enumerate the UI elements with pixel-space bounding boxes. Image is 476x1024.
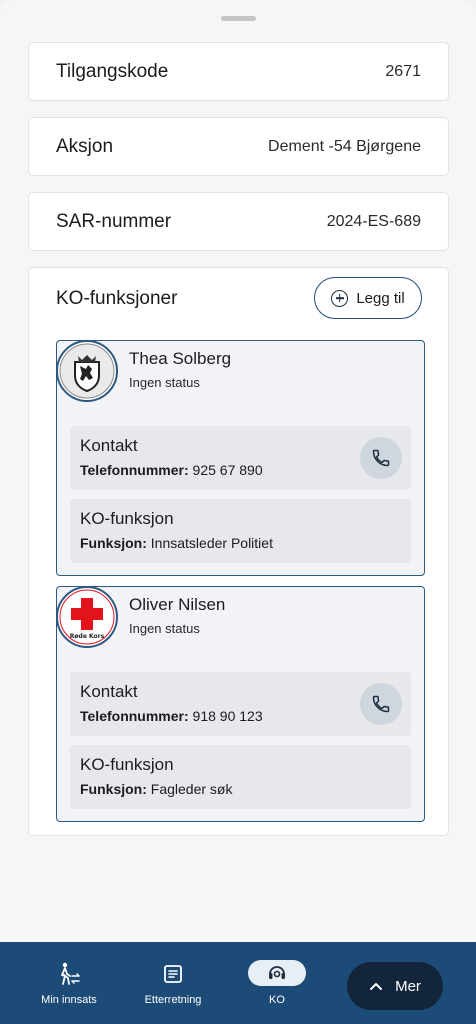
info-label: Aksjon [56,135,114,157]
ko-functions-card: KO-funksjoner Legg til Thea Solberg Inge… [28,267,449,836]
function-title: KO-funksjon [80,509,174,528]
info-value: Dement -54 Bjørgene [268,137,421,155]
nav-label: KO [269,994,285,1006]
active-indicator [248,960,306,986]
function-title: KO-funksjon [80,755,174,774]
drag-handle[interactable] [221,16,256,21]
document-icon [164,965,182,983]
add-button-label: Legg til [356,289,405,307]
contact-title: Kontakt [80,682,138,701]
function-label: Funksjon: [80,781,147,797]
rode-kors-logo: Røde Kors [56,586,118,648]
person-name: Oliver Nilsen [129,595,226,614]
info-label: Tilgangskode [56,60,169,82]
nav-label: Etterretning [144,994,202,1006]
more-label: Mer [395,977,421,995]
phone-line: Telefonnummer: 918 90 123 [80,708,263,724]
contact-box: Kontakt Telefonnummer: 918 90 123 [70,672,411,736]
person-card-thea-solberg[interactable]: Thea Solberg Ingen status Kontakt Telefo… [56,340,425,576]
contact-box: Kontakt Telefonnummer: 925 67 890 [70,426,411,490]
phone-icon [372,449,390,467]
function-line: Funksjon: Fagleder søk [80,781,232,797]
function-box: KO-funksjon Funksjon: Innsatsleder Polit… [70,499,411,563]
call-button[interactable] [360,683,402,725]
ko-functions-title: KO-funksjoner [56,288,178,309]
plus-circle-icon [331,289,349,307]
nav-item-ko[interactable]: KO [248,942,306,1024]
contact-title: Kontakt [80,436,138,455]
info-row-sar-nummer: SAR-nummer 2024-ES-689 [28,192,449,251]
bottom-sheet: Tilgangskode 2671 Aksjon Dement -54 Bjør… [0,0,476,942]
nav-label: Min innsats [41,994,97,1006]
function-label: Funksjon: [80,535,147,551]
more-button[interactable]: Mer [347,962,443,1010]
nav-item-etterretning[interactable]: Etterretning [140,942,206,1024]
rode-kors-text: Røde Kors [70,633,105,640]
phone-icon [372,695,390,713]
phone-label: Telefonnummer: [80,708,189,724]
call-button[interactable] [360,437,402,479]
info-row-tilgangskode: Tilgangskode 2671 [28,42,449,101]
info-label: SAR-nummer [56,210,172,232]
info-row-aksjon: Aksjon Dement -54 Bjørgene [28,117,449,176]
chevron-up-icon [370,983,383,990]
function-box: KO-funksjon Funksjon: Fagleder søk [70,745,411,809]
nav-item-min-innsats[interactable]: Min innsats [37,942,101,1024]
bottom-navigation: Min innsats Etterretning KO Mer [0,942,476,1024]
add-button[interactable]: Legg til [314,277,422,319]
info-value: 2671 [385,62,421,80]
info-value: 2024-ES-689 [326,212,421,230]
person-walking-icon [61,962,80,985]
function-line: Funksjon: Innsatsleder Politiet [80,535,273,551]
politi-logo [56,340,118,402]
headset-icon [269,966,285,979]
person-status: Ingen status [129,375,200,390]
person-name: Thea Solberg [129,349,232,368]
phone-number: 918 90 123 [192,708,263,724]
phone-line: Telefonnummer: 925 67 890 [80,462,263,478]
person-card-oliver-nilsen[interactable]: Røde Kors Oliver Nilsen Ingen status Kon… [56,586,425,822]
function-value: Innsatsleder Politiet [150,535,273,551]
phone-label: Telefonnummer: [80,462,189,478]
phone-number: 925 67 890 [192,462,263,478]
function-value: Fagleder søk [150,781,233,797]
person-status: Ingen status [129,621,200,636]
